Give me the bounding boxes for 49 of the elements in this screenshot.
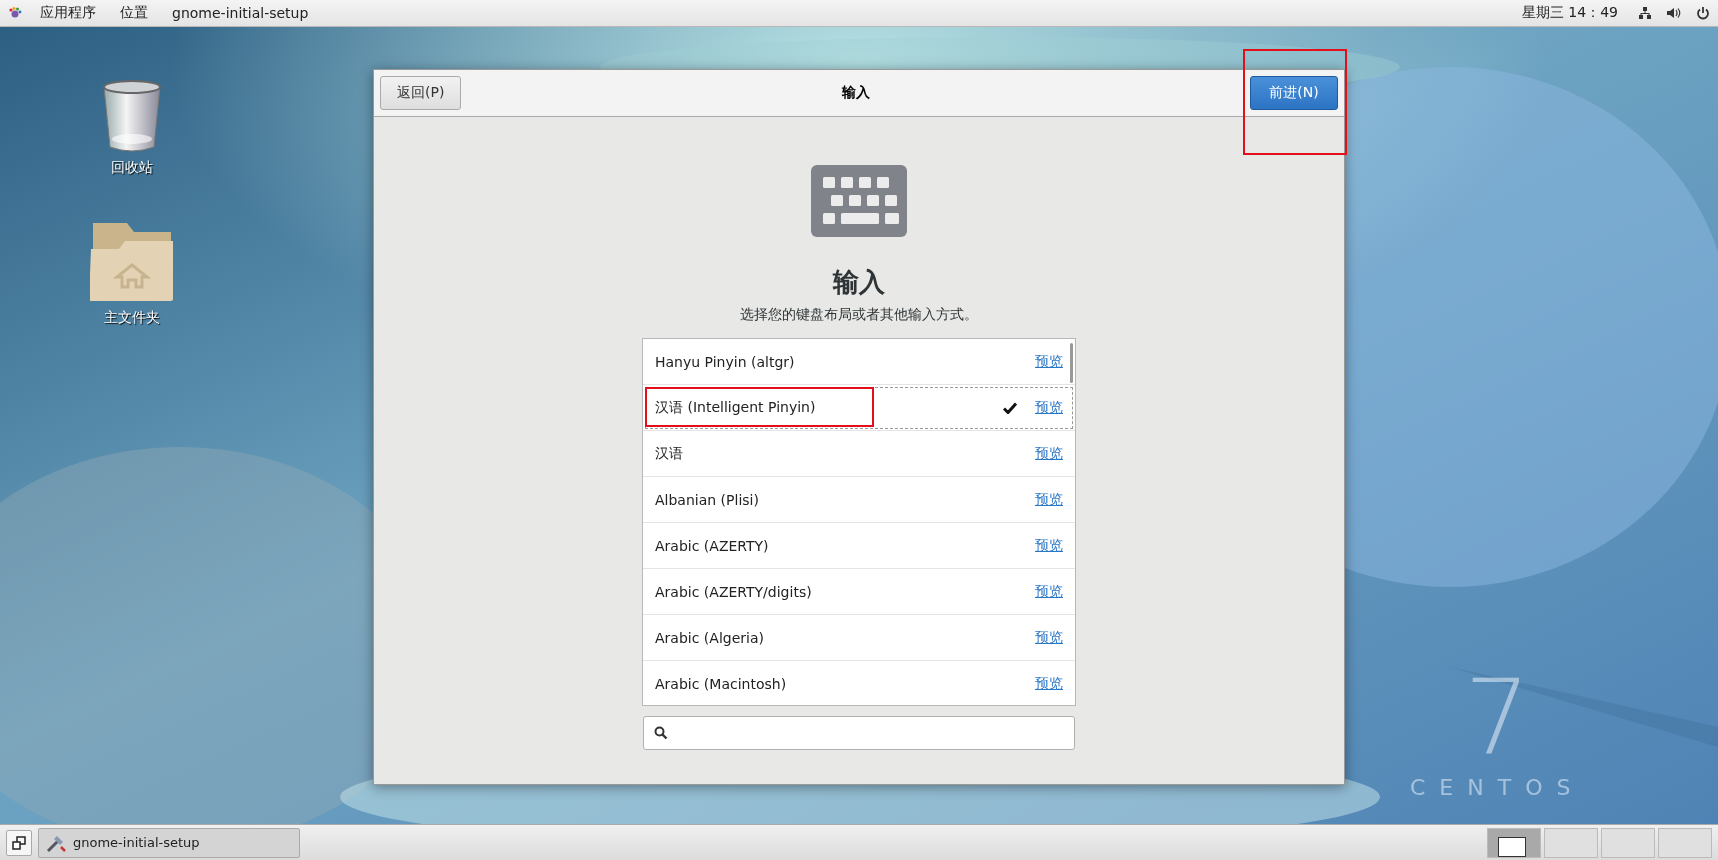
preview-link[interactable]: 预览 — [1035, 628, 1063, 647]
layout-row[interactable]: 汉语 (Intelligent Pinyin) 预览 — [643, 385, 1075, 431]
icon-label[interactable]: 回收站 — [111, 159, 153, 177]
back-button[interactable]: 返回(P) — [380, 76, 462, 110]
preview-link[interactable]: 预览 — [1035, 674, 1063, 693]
folder-icon[interactable] — [90, 221, 174, 303]
network-icon[interactable] — [1638, 6, 1652, 20]
layout-row[interactable]: Arabic (AZERTY/digits) 预览 — [643, 569, 1075, 615]
windows-icon — [12, 835, 26, 850]
scrollbar[interactable] — [1070, 343, 1073, 383]
workspace-button[interactable] — [1487, 827, 1541, 858]
layout-name: 汉语 — [655, 444, 684, 463]
layout-name: Albanian (Plisi) — [655, 491, 760, 508]
layout-row[interactable]: Arabic (Macintosh) 预览 — [643, 661, 1075, 705]
top-bar-menu[interactable]: 位置 — [114, 4, 154, 22]
top-bar-menu[interactable]: 应用程序 — [34, 4, 102, 22]
layout-name: Arabic (AZERTY/digits) — [655, 583, 813, 600]
page-subtitle: 选择您的键盘布局或者其他输入方式。 — [740, 306, 978, 324]
layout-name: Arabic (Macintosh) — [655, 675, 788, 692]
top-bar-menu[interactable]: gnome-initial-setup — [166, 5, 315, 21]
search-icon — [654, 726, 668, 740]
keyboard-icon — [811, 165, 907, 237]
preview-link[interactable]: 预览 — [1035, 536, 1063, 555]
logo-text: CENTOS — [1410, 775, 1585, 800]
preview-link[interactable]: 预览 — [1035, 490, 1063, 509]
preview-link[interactable]: 预览 — [1035, 444, 1063, 463]
logo-number: 7 — [1464, 665, 1531, 769]
app-menu-icon[interactable] — [8, 6, 22, 20]
preview-link[interactable]: 预览 — [1035, 352, 1063, 371]
layout-row[interactable]: Arabic (Algeria) 预览 — [643, 615, 1075, 661]
layout-name: Hanyu Pinyin (altgr) — [655, 353, 796, 370]
clock[interactable]: 星期三 14：49 — [1521, 4, 1618, 22]
layout-row[interactable]: Albanian (Plisi) 预览 — [643, 477, 1075, 523]
preview-link[interactable]: 预览 — [1035, 582, 1063, 601]
power-icon[interactable] — [1696, 6, 1710, 20]
layout-row[interactable]: Arabic (AZERTY) 预览 — [643, 523, 1075, 569]
layout-name: Arabic (AZERTY) — [655, 537, 770, 554]
preview-link[interactable]: 预览 — [1035, 398, 1063, 417]
window-list-button[interactable]: gnome-initial-setup — [38, 827, 300, 858]
layout-name: Arabic (Algeria) — [655, 629, 765, 646]
layout-name: 汉语 (Intelligent Pinyin) — [655, 398, 817, 417]
layout-row[interactable]: 汉语 预览 — [643, 431, 1075, 477]
dialog-title: 输入 — [841, 84, 870, 102]
volume-icon[interactable] — [1666, 6, 1682, 20]
next-button[interactable]: 前进(N) — [1250, 76, 1338, 110]
icon-label[interactable]: 主文件夹 — [104, 309, 160, 327]
show-desktop-button[interactable] — [6, 829, 32, 856]
search-field[interactable] — [643, 716, 1075, 750]
page-heading: 输入 — [833, 266, 885, 299]
